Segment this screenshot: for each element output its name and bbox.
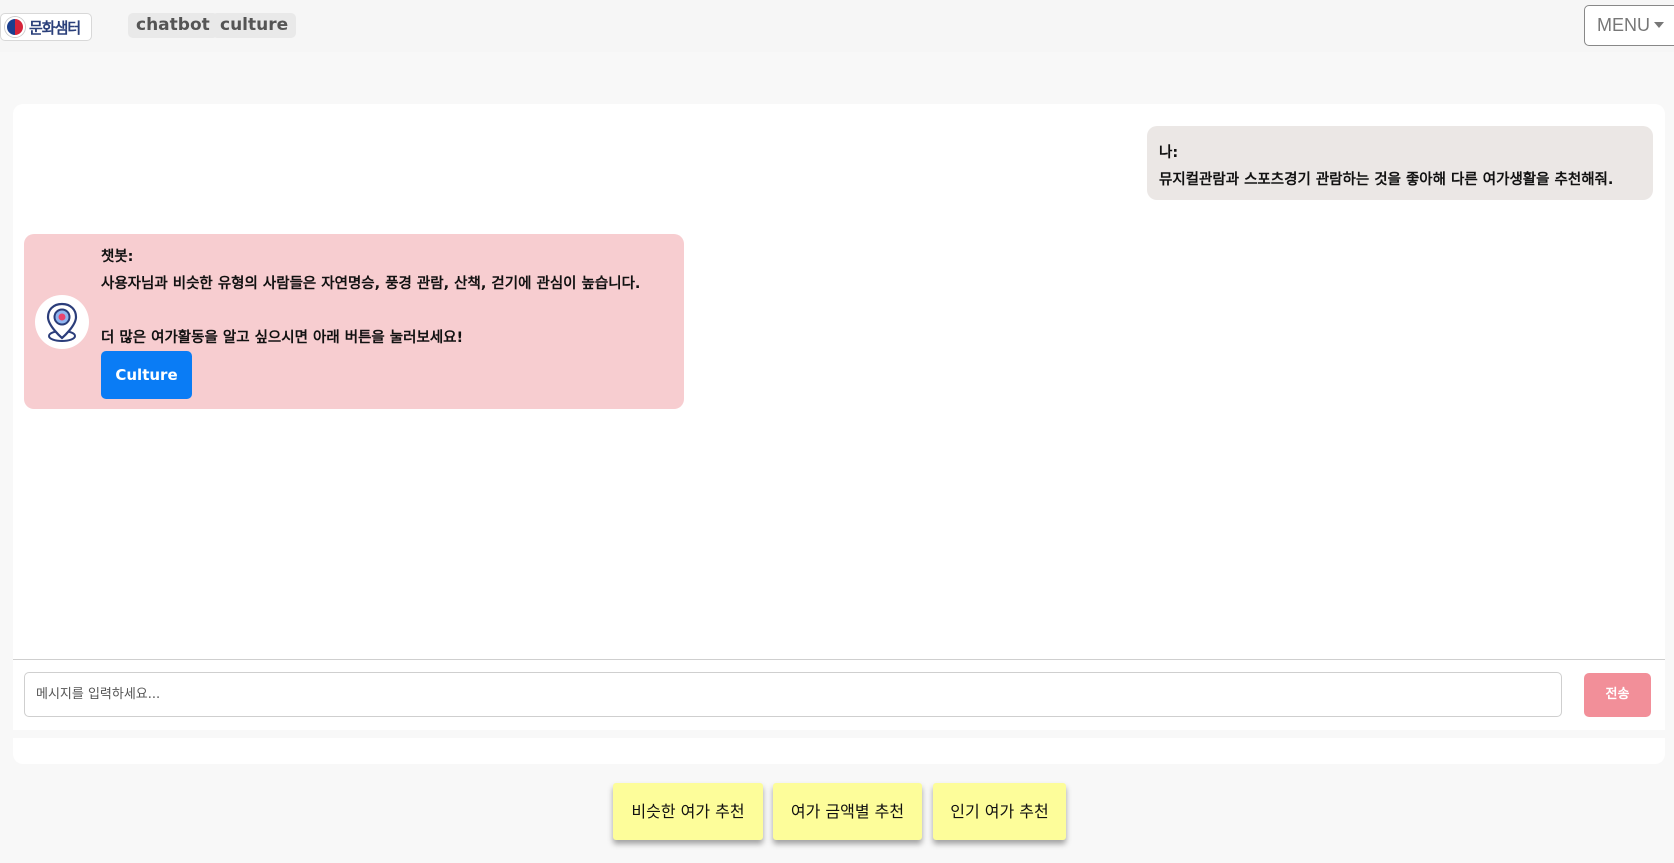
- caret-down-icon: [1654, 22, 1664, 28]
- bot-message-content: 챗봇: 사용자님과 비슷한 유형의 사람들은 자연명승, 풍경 관람, 산책, …: [101, 244, 676, 352]
- user-message-bubble: 나: 뮤지컬관람과 스포츠경기 관람하는 것을 좋아해 다른 여가생활을 추천해…: [1147, 126, 1653, 200]
- chat-divider: [13, 659, 1665, 660]
- nav-link-culture[interactable]: culture: [212, 13, 297, 38]
- bot-message-bubble: 챗봇: 사용자님과 비슷한 유형의 사람들은 자연명승, 풍경 관람, 산책, …: [24, 234, 684, 409]
- logo-text: 문화샘터: [29, 18, 81, 37]
- popular-leisure-button[interactable]: 인기 여가 추천: [933, 783, 1066, 840]
- nav-link-chatbot[interactable]: chatbot: [128, 13, 218, 38]
- menu-dropdown-button[interactable]: MENU: [1584, 5, 1674, 46]
- brand-logo[interactable]: 문화샘터: [0, 13, 92, 41]
- message-input[interactable]: [25, 673, 1561, 716]
- price-leisure-button[interactable]: 여가 금액별 추천: [773, 783, 922, 840]
- similar-leisure-button[interactable]: 비슷한 여가 추천: [613, 783, 763, 840]
- message-input-wrapper: [24, 672, 1562, 717]
- location-pin-icon: [46, 302, 78, 342]
- bot-message-line-1: 사용자님과 비슷한 유형의 사람들은 자연명승, 풍경 관람, 산책, 걷기에 …: [101, 276, 641, 292]
- bot-message-line-2: 더 많은 여가활동을 알고 싶으시면 아래 버튼을 눌러보세요!: [101, 330, 464, 346]
- user-sender-label: 나:: [1159, 145, 1179, 161]
- culture-button[interactable]: Culture: [101, 351, 192, 399]
- user-message-text: 뮤지컬관람과 스포츠경기 관람하는 것을 좋아해 다른 여가생활을 추천해줘.: [1159, 172, 1614, 188]
- send-button[interactable]: 전송: [1584, 673, 1651, 717]
- taegeuk-logo-icon: [5, 17, 25, 37]
- bot-avatar: [35, 295, 89, 349]
- chat-footer-gap: [13, 730, 1665, 738]
- chat-window: 나: 뮤지컬관람과 스포츠경기 관람하는 것을 좋아해 다른 여가생활을 추천해…: [13, 104, 1665, 764]
- top-navbar: 문화샘터 chatbot culture MENU: [0, 0, 1674, 52]
- menu-label: MENU: [1597, 15, 1650, 35]
- bot-sender-label: 챗봇:: [101, 249, 134, 265]
